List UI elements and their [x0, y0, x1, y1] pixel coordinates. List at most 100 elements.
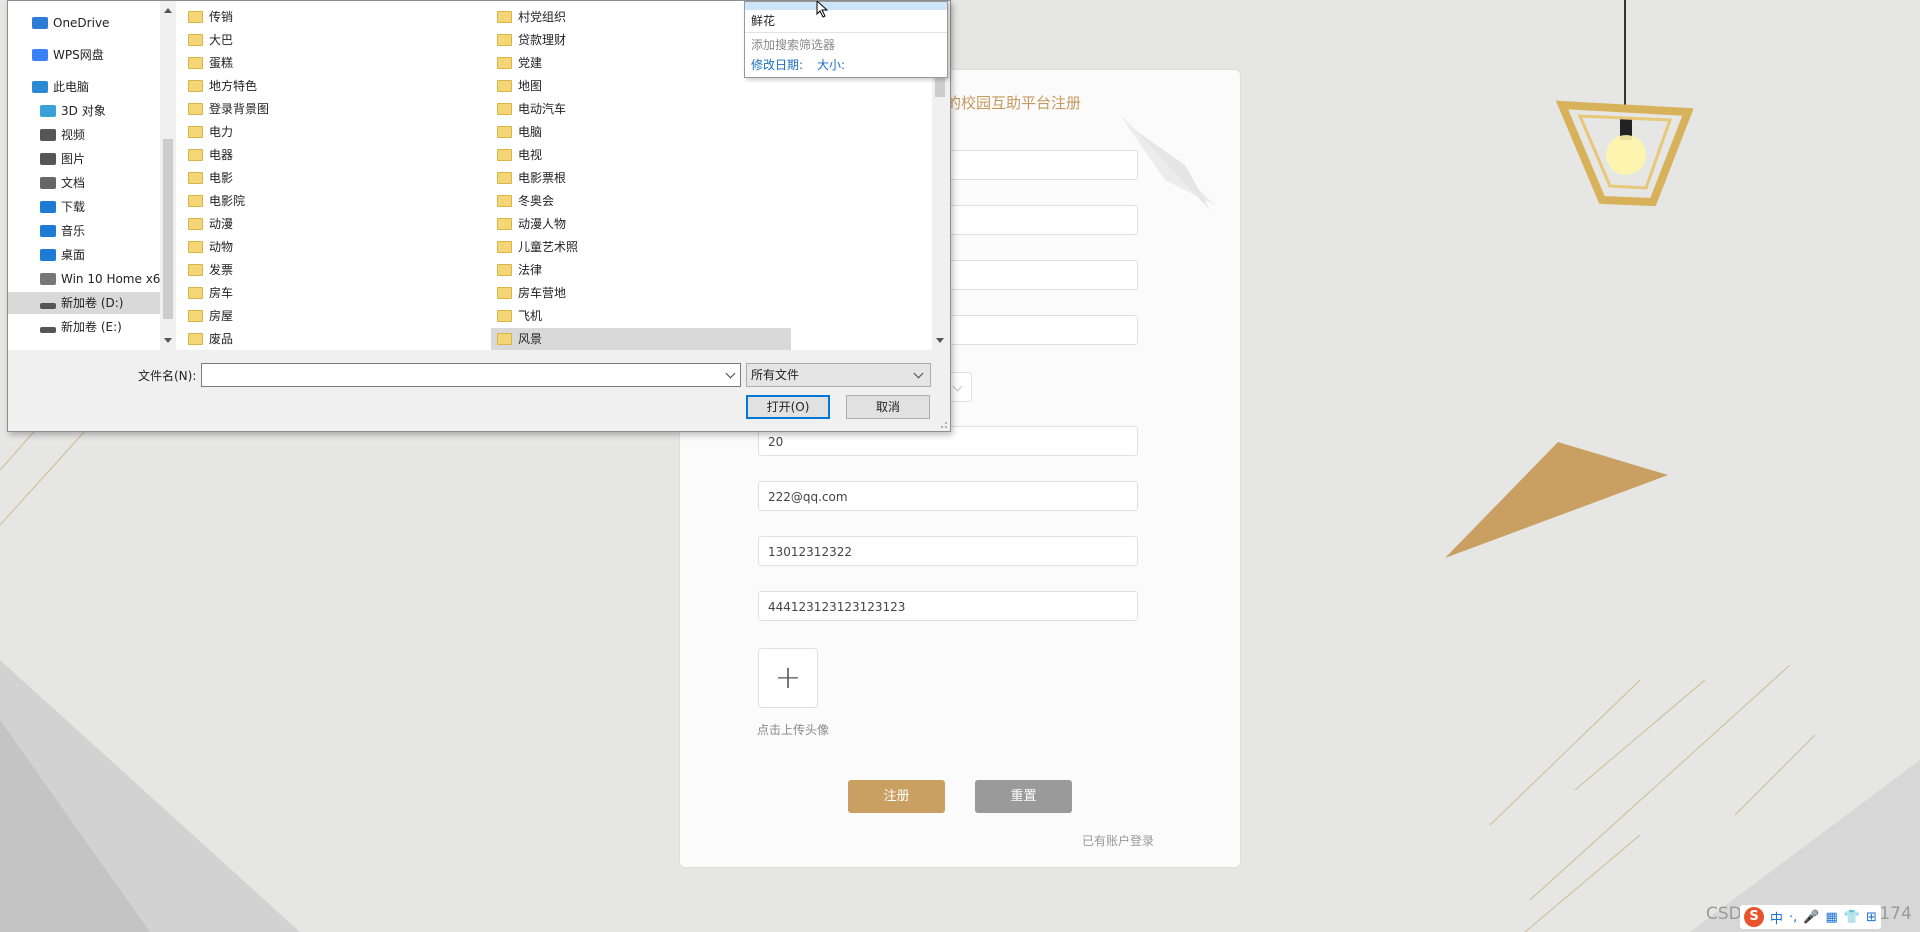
folder-icon	[188, 195, 203, 207]
file-item[interactable]: 电脑	[491, 121, 791, 143]
file-item[interactable]: 房车营地	[491, 282, 791, 304]
file-name: 电影	[209, 171, 234, 185]
file-item[interactable]: 蛋糕	[182, 52, 482, 74]
folder-icon	[188, 333, 203, 345]
login-link[interactable]: 已有账户登录	[1082, 832, 1154, 849]
id-card-input[interactable]: 444123123123123123	[758, 591, 1138, 621]
skin-icon[interactable]: 👕	[1844, 910, 1860, 925]
file-item[interactable]: 地方特色	[182, 75, 482, 97]
filter-size[interactable]: 大小:	[817, 56, 845, 73]
file-item[interactable]: 地图	[491, 75, 791, 97]
folder-icon	[497, 149, 512, 161]
scroll-down-icon[interactable]	[936, 338, 944, 343]
keyboard-icon[interactable]: ▦	[1825, 910, 1837, 925]
search-suggestions: 鲜花 添加搜索筛选器 修改日期: 大小:	[744, 1, 948, 78]
file-item[interactable]: 电影院	[182, 190, 482, 212]
nav-item-wps[interactable]: WPS网盘	[8, 44, 184, 66]
nav-label: 新加卷 (E:)	[61, 320, 122, 334]
file-name: 电影票根	[518, 171, 567, 185]
file-item[interactable]: 电力	[182, 121, 482, 143]
video-icon	[40, 129, 56, 141]
nav-label: OneDrive	[53, 16, 110, 30]
folder-icon	[188, 34, 203, 46]
open-button[interactable]: 打开(O)	[746, 395, 830, 419]
folder-icon	[497, 103, 512, 115]
scroll-thumb[interactable]	[163, 139, 173, 319]
file-item[interactable]: 动漫	[182, 213, 482, 235]
file-item[interactable]: 电动汽车	[491, 98, 791, 120]
scroll-up-icon[interactable]	[164, 8, 172, 13]
file-item[interactable]: 风景	[491, 328, 791, 350]
toolbox-icon[interactable]: ⊞	[1866, 910, 1877, 925]
sogou-icon[interactable]: S	[1744, 907, 1764, 927]
folder-icon	[497, 218, 512, 230]
folder-icon	[497, 126, 512, 138]
chevron-down-icon[interactable]	[725, 368, 736, 379]
file-item[interactable]: 电器	[182, 144, 482, 166]
gender-select[interactable]	[948, 372, 972, 402]
file-item[interactable]: 房车	[182, 282, 482, 304]
nav-label: 桌面	[61, 248, 86, 262]
file-item[interactable]: 电影	[182, 167, 482, 189]
reset-button[interactable]: 重置	[975, 780, 1072, 813]
computer-icon	[32, 81, 48, 93]
filter-modified-date[interactable]: 修改日期:	[751, 56, 803, 73]
folder-icon	[497, 57, 512, 69]
microphone-icon[interactable]: 🎤	[1803, 910, 1819, 925]
plus-icon: +	[774, 658, 802, 696]
ime-toolbar[interactable]: S 中 ·, 🎤 ▦ 👕 ⊞	[1740, 905, 1881, 929]
nav-scrollbar[interactable]	[160, 1, 176, 350]
upload-hint: 点击上传头像	[757, 723, 830, 737]
document-icon	[40, 177, 56, 189]
highlighted-suggestion[interactable]	[745, 2, 947, 10]
file-item[interactable]: 电视	[491, 144, 791, 166]
filename-input[interactable]	[201, 363, 741, 387]
folder-icon	[188, 103, 203, 115]
folder-icon	[497, 264, 512, 276]
file-item[interactable]: 传销	[182, 6, 482, 28]
punctuation-icon[interactable]: ·,	[1789, 910, 1797, 925]
file-item[interactable]: 登录背景图	[182, 98, 482, 120]
nav-item-onedrive[interactable]: OneDrive	[8, 12, 184, 34]
file-item[interactable]: 废品	[182, 328, 482, 350]
file-item[interactable]: 发票	[182, 259, 482, 281]
register-button[interactable]: 注册	[848, 780, 945, 813]
file-name: 地图	[518, 79, 543, 93]
file-item[interactable]: 动漫人物	[491, 213, 791, 235]
file-type-select[interactable]: 所有文件	[746, 363, 931, 387]
file-name: 房屋	[209, 309, 234, 323]
file-item[interactable]: 电影票根	[491, 167, 791, 189]
folder-icon	[497, 310, 512, 322]
ime-language[interactable]: 中	[1770, 908, 1783, 927]
file-name: 发票	[209, 263, 234, 277]
folder-icon	[188, 264, 203, 276]
filename-label: 文件名(N):	[138, 369, 197, 383]
file-name: 动漫	[209, 217, 234, 231]
suggestion-item[interactable]: 鲜花	[751, 12, 775, 29]
drive-icon	[40, 273, 56, 285]
nav-item-this-pc[interactable]: 此电脑	[8, 76, 184, 98]
navigation-pane: OneDrive WPS网盘 此电脑 3D 对象 视频 图片 文档 下载 音乐 …	[8, 1, 192, 350]
email-input[interactable]: 222@qq.com	[758, 481, 1138, 511]
file-item[interactable]: 动物	[182, 236, 482, 258]
file-name: 电器	[209, 148, 234, 162]
file-name: 传销	[209, 10, 234, 24]
cancel-button[interactable]: 取消	[846, 395, 930, 419]
file-item[interactable]: 冬奥会	[491, 190, 791, 212]
file-item[interactable]: 儿童艺术照	[491, 236, 791, 258]
chevron-down-icon	[913, 368, 924, 379]
drive-icon	[40, 303, 56, 309]
folder-icon	[497, 11, 512, 23]
phone-input[interactable]: 13012312322	[758, 536, 1138, 566]
file-item[interactable]: 法律	[491, 259, 791, 281]
gold-triangle	[1445, 442, 1668, 558]
resize-grip-icon[interactable]	[938, 419, 948, 429]
scroll-down-icon[interactable]	[164, 338, 172, 343]
file-item[interactable]: 飞机	[491, 305, 791, 327]
nav-label: 文档	[61, 176, 86, 190]
file-item[interactable]: 房屋	[182, 305, 482, 327]
cube-icon	[40, 105, 56, 117]
avatar-upload[interactable]: +	[758, 648, 818, 708]
file-item[interactable]: 大巴	[182, 29, 482, 51]
file-name: 电脑	[518, 125, 543, 139]
